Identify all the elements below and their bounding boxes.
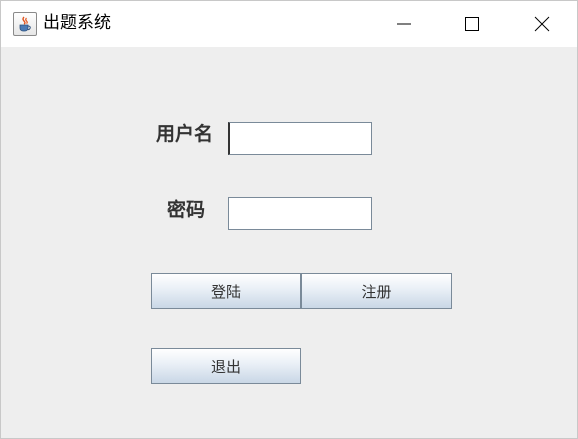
- minimize-icon: [397, 23, 411, 25]
- login-button[interactable]: 登陆: [151, 273, 301, 309]
- register-button[interactable]: 注册: [301, 273, 452, 309]
- login-panel: 用户名 密码 登陆 注册 退出: [1, 47, 577, 438]
- login-button-label: 登陆: [210, 282, 241, 301]
- app-window: 出题系统 用户名 密码 登陆 注册 退出: [0, 0, 578, 439]
- password-label: 密码: [167, 199, 206, 221]
- window-title: 出题系统: [43, 13, 111, 33]
- register-button-label: 注册: [361, 282, 392, 301]
- close-button[interactable]: [519, 1, 565, 47]
- exit-button-label: 退出: [210, 357, 241, 376]
- maximize-icon: [465, 17, 479, 31]
- exit-button[interactable]: 退出: [151, 348, 301, 384]
- title-bar[interactable]: 出题系统: [1, 1, 577, 47]
- minimize-button[interactable]: [381, 1, 427, 47]
- maximize-button[interactable]: [449, 1, 495, 47]
- username-label: 用户名: [156, 123, 214, 145]
- username-input[interactable]: [228, 122, 372, 155]
- password-input[interactable]: [228, 197, 372, 230]
- java-cup-icon: [13, 12, 37, 36]
- close-icon: [534, 16, 550, 32]
